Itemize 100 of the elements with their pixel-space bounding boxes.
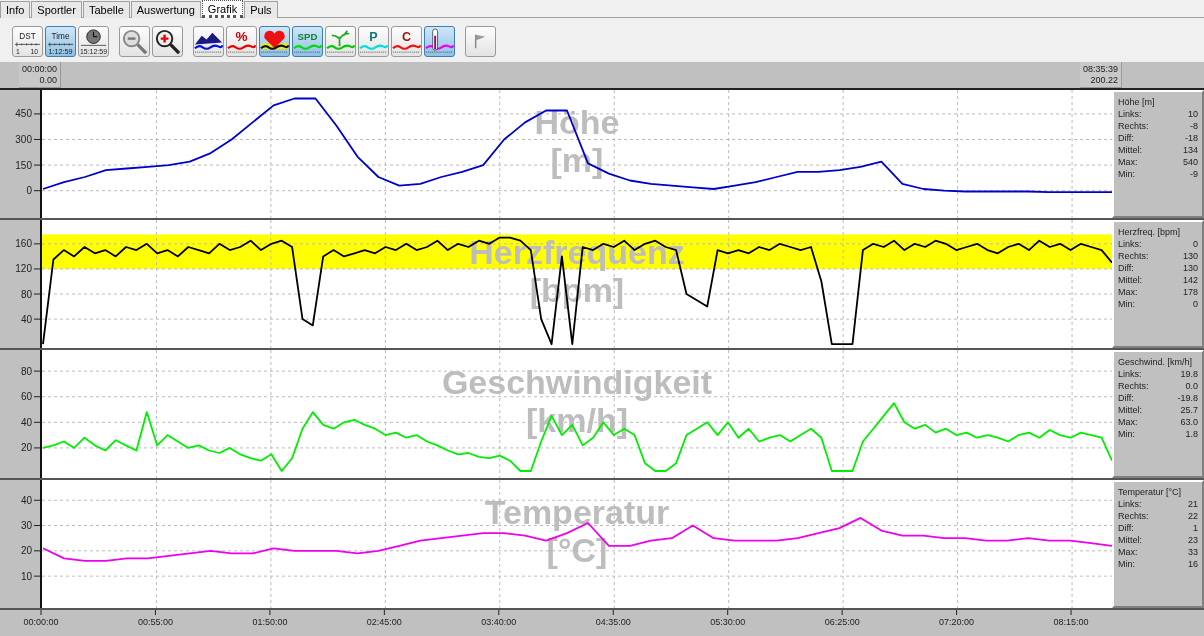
ruler-icon <box>47 42 74 47</box>
time-label: 08:35:39 <box>1082 64 1118 75</box>
stat-label: Max: <box>1118 286 1138 298</box>
ruler-icon <box>14 42 41 47</box>
stat-value: 134 <box>1182 144 1198 156</box>
stat-value: 10 <box>1188 108 1198 120</box>
stat-label: Mittel: <box>1118 274 1142 286</box>
time-tick-label: 06:25:00 <box>824 617 860 627</box>
axis-label: 40 <box>20 494 32 506</box>
distance-label: 0.00 <box>38 75 58 86</box>
time-label: 00:00:00 <box>22 64 58 75</box>
stat-label: Links: <box>1118 498 1142 510</box>
wave-icon <box>293 44 322 50</box>
flag-button[interactable] <box>465 26 496 57</box>
sprout-icon <box>326 30 355 50</box>
axis-label: 450 <box>15 108 32 120</box>
time-tick-label: 05:30:00 <box>710 617 746 627</box>
stat-value: -9 <box>1190 168 1198 180</box>
calories-button[interactable]: C <box>391 26 422 57</box>
stat-value: -18 <box>1185 132 1198 144</box>
stat-value: 16 <box>1188 558 1198 570</box>
stat-label: Links: <box>1118 368 1142 380</box>
time-tick-label: 00:55:00 <box>137 617 173 627</box>
tab[interactable]: Sportler <box>31 1 82 18</box>
stat-label: Min: <box>1118 168 1135 180</box>
stats-title: Höhe [m] <box>1118 96 1156 108</box>
stat-value: 130 <box>1182 250 1198 262</box>
axis-label: 300 <box>15 134 32 145</box>
stat-label: Diff: <box>1118 522 1134 534</box>
stat-value: 178 <box>1182 286 1198 298</box>
stat-value: -8 <box>1190 120 1198 132</box>
stat-value: 23 <box>1188 534 1198 546</box>
tab[interactable]: Info <box>0 1 31 18</box>
stat-label: Links: <box>1118 108 1142 120</box>
heart-button[interactable] <box>259 26 290 57</box>
stat-label: Mittel: <box>1118 404 1142 416</box>
wave-icon <box>227 44 256 50</box>
stat-label: Mittel: <box>1118 534 1142 546</box>
stat-value: 21 <box>1188 498 1198 510</box>
distance-label: 200.22 <box>1089 75 1118 86</box>
stat-label: Rechts: <box>1118 510 1149 522</box>
axis-label: 10 <box>20 570 32 582</box>
stat-label: Diff: <box>1118 132 1134 144</box>
wave-icon <box>359 44 388 50</box>
chart-title: Temperatur [°C] <box>484 493 670 569</box>
stat-value: 25.7 <box>1180 404 1198 416</box>
tab[interactable]: Auswertung <box>130 1 201 18</box>
axis-label: 20 <box>20 442 32 454</box>
zoom-out-button[interactable] <box>119 26 150 57</box>
stat-label: Rechts: <box>1118 120 1149 132</box>
stat-value: 19.8 <box>1180 368 1198 380</box>
thermometer-icon <box>425 28 454 51</box>
stats-title: Temperatur [°C] <box>1118 486 1183 498</box>
axis-label: 40 <box>20 313 32 325</box>
cadence-button[interactable] <box>325 26 356 57</box>
temperature-button[interactable] <box>424 26 455 57</box>
stats-title: Geschwind. [km/h] <box>1118 356 1194 368</box>
axis-label: 30 <box>20 520 32 532</box>
stat-value: 0.0 <box>1185 380 1198 392</box>
time-tick-label: 08:15:00 <box>1053 617 1089 627</box>
stat-value: 142 <box>1182 274 1198 286</box>
axis-label: 20 <box>20 545 32 557</box>
stat-label: Rechts: <box>1118 380 1149 392</box>
stat-label: Mittel: <box>1118 144 1142 156</box>
stat-value: -19.8 <box>1177 392 1198 404</box>
stat-value: 540 <box>1182 156 1198 168</box>
tab[interactable]: Grafik <box>201 0 244 18</box>
stat-value: 130 <box>1182 262 1198 274</box>
tab[interactable]: Tabelle <box>82 1 130 18</box>
stat-label: Min: <box>1118 558 1135 570</box>
mountain-icon <box>194 32 223 50</box>
time-tick-label: 04:35:00 <box>595 617 631 627</box>
time-tick-label: 00:00:00 <box>23 617 59 627</box>
speed-button[interactable]: SPD <box>292 26 323 57</box>
heart-icon <box>260 30 289 50</box>
axis-label: 0 <box>26 185 32 197</box>
clock-icon <box>86 29 101 44</box>
stat-value: 22 <box>1188 510 1198 522</box>
axis-label: 160 <box>15 238 32 250</box>
axis-label: 80 <box>20 288 32 300</box>
power-button[interactable]: P <box>358 26 389 57</box>
percent-button[interactable]: % <box>226 26 257 57</box>
zoom-in-icon <box>155 29 181 55</box>
time-tick-label: 02:45:00 <box>366 617 402 627</box>
time-tick-label: 07:20:00 <box>939 617 975 627</box>
wave-icon <box>392 44 421 50</box>
axis-label: 150 <box>15 159 32 171</box>
axis-label: 40 <box>20 416 32 428</box>
time-tick-label: 01:50:00 <box>252 617 288 627</box>
tab[interactable]: Puls <box>244 1 278 18</box>
zoom-in-button[interactable] <box>152 26 183 57</box>
axis-label: 120 <box>15 263 32 275</box>
stat-label: Max: <box>1118 156 1138 168</box>
stat-value: 33 <box>1188 546 1198 558</box>
chart-title: Geschwindigkeit [km/h] <box>441 363 713 439</box>
stat-value: 1.8 <box>1185 428 1198 440</box>
zoom-out-icon <box>122 29 148 55</box>
stat-label: Links: <box>1118 238 1142 250</box>
elevation-button[interactable] <box>193 26 224 57</box>
flag-icon <box>474 34 486 49</box>
